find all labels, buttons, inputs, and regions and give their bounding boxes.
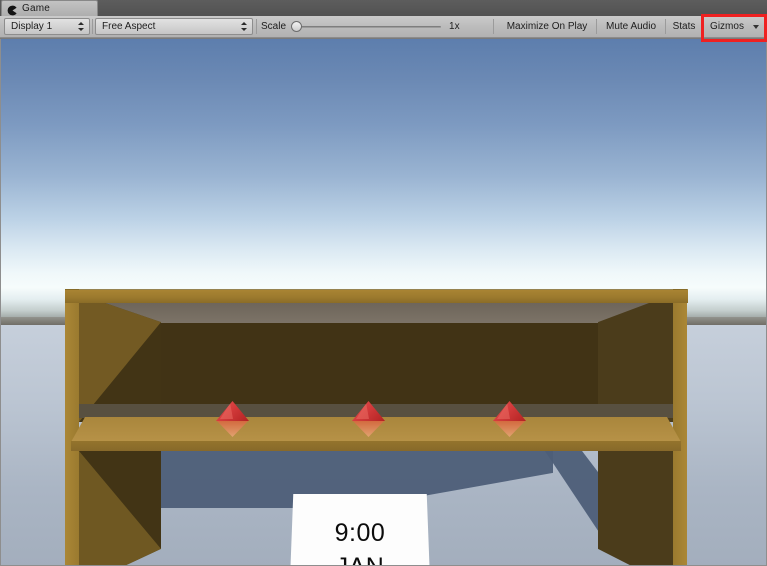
gizmos-dropdown-button[interactable] bbox=[749, 18, 763, 35]
display-dropdown-value: Display 1 bbox=[11, 21, 53, 32]
display-dropdown[interactable]: Display 1 bbox=[4, 18, 90, 35]
sign-time-text: 9:00 bbox=[334, 519, 386, 547]
gizmos-label: Gizmos bbox=[710, 21, 744, 32]
unity-game-view-window: Game Display 1 Free Aspect Scale 1x Maxi… bbox=[0, 0, 767, 566]
toolbar-divider-6 bbox=[702, 19, 703, 34]
scale-control: Scale 1x bbox=[261, 18, 460, 35]
red-gem-3-highlight bbox=[497, 403, 510, 419]
caret-down-icon bbox=[753, 24, 759, 29]
game-pacman-icon bbox=[7, 3, 18, 16]
stats-button[interactable]: Stats bbox=[667, 18, 701, 35]
aspect-dropdown-value: Free Aspect bbox=[102, 21, 156, 32]
red-gem-1-highlight bbox=[220, 403, 233, 419]
red-gem-1-upper bbox=[216, 401, 249, 421]
wooden-shelf-object bbox=[1, 39, 766, 566]
toolbar-divider-5 bbox=[665, 19, 666, 34]
toolbar-divider-2 bbox=[256, 19, 257, 34]
scale-slider-knob[interactable] bbox=[291, 21, 303, 32]
red-gem-3-upper bbox=[493, 401, 526, 421]
shelf-middle-front-edge bbox=[71, 441, 681, 451]
gizmos-button[interactable]: Gizmos bbox=[705, 18, 749, 35]
red-gem-1-lower bbox=[216, 420, 249, 437]
scale-slider[interactable] bbox=[291, 18, 442, 35]
tab-game[interactable]: Game bbox=[1, 0, 98, 16]
scale-slider-track bbox=[296, 26, 442, 28]
maximize-on-play-label: Maximize On Play bbox=[506, 21, 588, 32]
game-view-render[interactable]: 9:00 JAN bbox=[0, 39, 767, 566]
toolbar-divider-3 bbox=[493, 19, 494, 34]
scale-value: 1x bbox=[449, 21, 460, 32]
scale-label: Scale bbox=[261, 21, 287, 32]
shelf-top-beam-underside bbox=[71, 301, 683, 323]
shelf-left-post bbox=[65, 289, 79, 566]
info-sign-board: 9:00 JAN bbox=[289, 494, 431, 566]
toolbar-divider-4 bbox=[596, 19, 597, 34]
red-gem-1 bbox=[214, 400, 251, 437]
red-gem-2-lower bbox=[352, 420, 385, 437]
red-gem-2 bbox=[350, 400, 387, 437]
mute-audio-button[interactable]: Mute Audio bbox=[599, 18, 663, 35]
red-gem-3 bbox=[491, 400, 528, 437]
toolbar-divider-1 bbox=[92, 19, 93, 34]
shelf-top-beam bbox=[65, 290, 688, 303]
red-gem-3-lower bbox=[493, 420, 526, 437]
tab-game-label: Game bbox=[22, 3, 51, 14]
red-gem-2-highlight bbox=[356, 403, 369, 419]
tab-bar: Game bbox=[0, 0, 767, 17]
red-gem-2-upper bbox=[352, 401, 385, 421]
sign-month-text: JAN bbox=[336, 550, 385, 566]
chevron-updown-icon bbox=[241, 21, 248, 32]
shelf-right-panel-inner-lower bbox=[598, 451, 673, 566]
aspect-dropdown[interactable]: Free Aspect bbox=[95, 18, 253, 35]
shelf-right-post bbox=[673, 289, 687, 566]
chevron-updown-icon bbox=[78, 21, 85, 32]
stats-label: Stats bbox=[672, 21, 696, 32]
game-view-toolbar: Display 1 Free Aspect Scale 1x Maximize … bbox=[0, 16, 767, 38]
maximize-on-play-button[interactable]: Maximize On Play bbox=[500, 18, 594, 35]
game-view-canvas: 9:00 JAN bbox=[1, 39, 766, 566]
mute-audio-label: Mute Audio bbox=[605, 21, 657, 32]
